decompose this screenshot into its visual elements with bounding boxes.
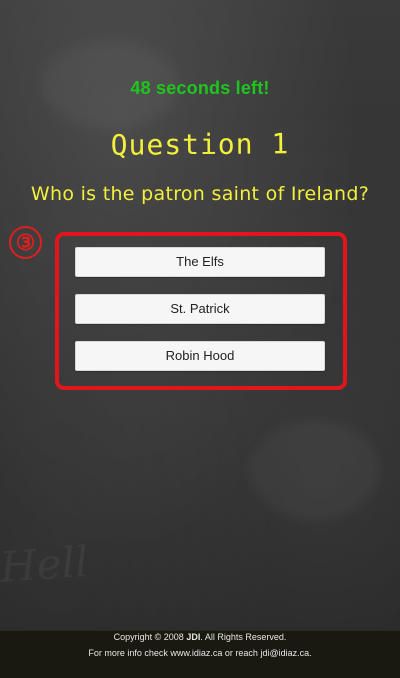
answer-button-2[interactable]: St. Patrick [75, 294, 325, 324]
chalk-smudge [250, 420, 380, 520]
annotation-marker: ③ [9, 226, 42, 259]
erased-chalk-writing: Hell [0, 536, 90, 593]
question-title: Question 1 [110, 127, 290, 162]
countdown-timer: 48 seconds left! [130, 78, 270, 98]
footer-copyright: Copyright © 2008 JDI. All Rights Reserve… [0, 632, 400, 642]
question-text: Who is the patron saint of Ireland? [30, 183, 370, 205]
company-name: JDI [186, 632, 201, 642]
answer-button-3[interactable]: Robin Hood [75, 341, 325, 371]
answer-button-1[interactable]: The Elfs [75, 247, 325, 277]
footer-contact-info: For more info check www.idiaz.ca or reac… [88, 648, 312, 658]
copyright-prefix: Copyright © 2008 [113, 632, 184, 642]
footer: Copyright © 2008 JDI. All Rights Reserve… [0, 630, 400, 678]
copyright-suffix: . All Rights Reserved. [200, 632, 287, 642]
